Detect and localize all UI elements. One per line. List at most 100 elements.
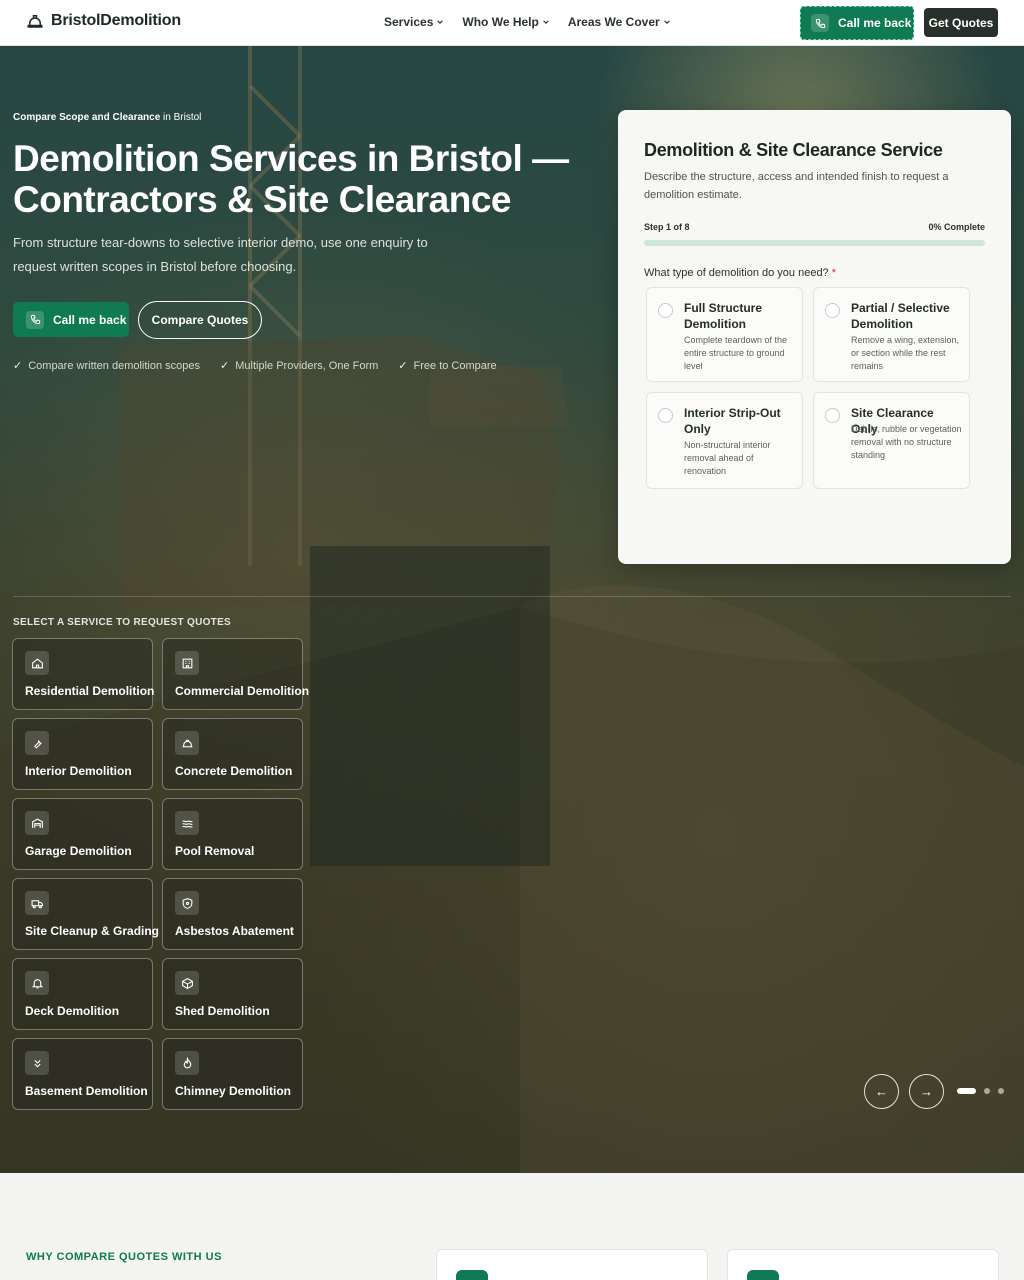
service-label: Chimney Demolition <box>175 1084 292 1098</box>
service-chimney-demolition[interactable]: Chimney Demolition <box>162 1038 303 1110</box>
get-quotes-button[interactable]: Get Quotes <box>924 8 998 37</box>
feature-card <box>727 1249 999 1280</box>
service-label: Concrete Demolition <box>175 764 293 778</box>
service-label: Asbestos Abatement <box>175 924 294 938</box>
trust-badge-label: Compare written demolition scopes <box>28 360 201 372</box>
hardhat-icon <box>27 15 43 28</box>
menu-areas[interactable]: Areas We Cover <box>568 15 671 29</box>
menu-services-label: Services <box>384 15 434 29</box>
house-icon <box>25 651 49 675</box>
service-concrete-demolition[interactable]: Concrete Demolition <box>162 718 303 790</box>
service-label: Shed Demolition <box>175 1004 270 1018</box>
trust-badges: ✓ Compare written demolition scopes ✓ Mult… <box>13 359 497 372</box>
hero-call-back-button[interactable]: Call me back <box>13 302 129 337</box>
feature-card <box>436 1249 708 1280</box>
phone-icon <box>811 14 829 32</box>
service-interior-demolition[interactable]: Interior Demolition <box>12 718 153 790</box>
truck-icon <box>25 891 49 915</box>
form-description: Describe the structure, access and inten… <box>644 171 949 201</box>
trust-badge: ✓ Multiple Providers, One Form <box>220 359 378 372</box>
chevron-down-icon <box>663 20 670 24</box>
logo-text: BristolDemolition <box>51 12 181 29</box>
option-description: Debris, rubble or vegetation removal wit… <box>851 424 962 460</box>
carousel-dot-active[interactable] <box>957 1088 976 1094</box>
option-description: Remove a wing, extension, or section whi… <box>851 335 960 371</box>
service-label: Garage Demolition <box>25 844 132 858</box>
main-menu: Services Who We Help Areas We Cover <box>384 15 671 29</box>
carousel-dot[interactable] <box>984 1088 990 1094</box>
service-residential-demolition[interactable]: Residential Demolition <box>12 638 155 710</box>
quote-form-card: Demolition & Site Clearance Service Desc… <box>618 110 1011 564</box>
hero-eyebrow-rest: in Bristol <box>160 112 202 123</box>
menu-areas-label: Areas We Cover <box>567 15 660 29</box>
feature-icon <box>747 1270 779 1280</box>
service-basement-demolition[interactable]: Basement Demolition <box>12 1038 153 1110</box>
service-asbestos-abatement[interactable]: Asbestos Abatement <box>162 878 303 950</box>
carousel-dot[interactable] <box>998 1088 1004 1094</box>
wrench-icon <box>25 731 49 755</box>
service-garage-demolition[interactable]: Garage Demolition <box>12 798 153 870</box>
nav-call-back-button[interactable]: Call me back <box>800 6 914 40</box>
box-icon <box>175 971 199 995</box>
option-description: Complete teardown of the entire structur… <box>684 335 788 371</box>
service-label: Site Cleanup & Grading <box>25 924 160 938</box>
radio-button[interactable] <box>825 408 840 423</box>
carousel-prev-button[interactable]: ← <box>864 1074 899 1109</box>
service-label: Interior Demolition <box>25 764 132 778</box>
garage-icon <box>25 811 49 835</box>
option-title: Interior Strip-Out Only <box>684 406 781 436</box>
hardhat-icon <box>175 731 199 755</box>
shield-icon <box>175 891 199 915</box>
feature-icon <box>456 1270 488 1280</box>
trust-badge: ✓ Compare written demolition scopes <box>13 359 200 372</box>
carousel-next-button[interactable]: → <box>909 1074 944 1109</box>
service-label: Commercial Demolition <box>175 684 310 698</box>
hero-section: Compare Scope and Clearance in Bristol D… <box>0 46 1024 1173</box>
hero-subtitle: From structure tear-downs to selective i… <box>13 235 428 274</box>
option-full-structure[interactable]: Full Structure Demolition Complete teard… <box>646 287 803 382</box>
carousel-dots <box>957 1088 1004 1094</box>
logo[interactable]: BristolDemolition <box>26 12 181 30</box>
option-title: Partial / Selective Demolition <box>851 301 950 331</box>
hero-call-label: Call me back <box>53 312 127 327</box>
hero-divider <box>13 596 1011 597</box>
service-site-cleanup-grading[interactable]: Site Cleanup & Grading <box>12 878 159 950</box>
chevron-down-icon <box>437 20 444 24</box>
chevron-down-icon <box>543 20 549 24</box>
chevrons-down-icon <box>25 1051 49 1075</box>
hero-eyebrow: Compare Scope and Clearance in Bristol <box>13 112 201 123</box>
trust-badge: ✓ Free to Compare <box>398 359 496 372</box>
service-label: Pool Removal <box>175 844 255 858</box>
menu-who-we-help-label: Who We Help <box>462 15 539 29</box>
flame-icon <box>175 1051 199 1075</box>
waves-icon <box>175 811 199 835</box>
radio-button[interactable] <box>658 408 673 423</box>
services-heading: SELECT A SERVICE TO REQUEST QUOTES <box>13 617 232 628</box>
service-label: Deck Demolition <box>25 1004 120 1018</box>
hero-title: Demolition Services in Bristol — Contrac… <box>13 138 569 220</box>
top-navbar: BristolDemolition Services Who We Help A… <box>0 0 1024 46</box>
building-icon <box>175 651 199 675</box>
nav-call-label: Call me back <box>838 16 912 30</box>
trust-badge-label: Multiple Providers, One Form <box>235 360 379 372</box>
service-commercial-demolition[interactable]: Commercial Demolition <box>162 638 309 710</box>
check-icon: ✓ <box>398 360 408 372</box>
option-interior-strip-out[interactable]: Interior Strip-Out Only Non-structural i… <box>646 392 803 489</box>
compare-quotes-button[interactable]: Compare Quotes <box>138 301 262 339</box>
question-text: What type of demolition do you need? <box>644 267 829 279</box>
service-shed-demolition[interactable]: Shed Demolition <box>162 958 303 1030</box>
step-indicator: Step 1 of 8 <box>644 222 690 232</box>
menu-services[interactable]: Services <box>384 15 444 29</box>
service-label: Residential Demolition <box>25 684 155 698</box>
bell-icon <box>25 971 49 995</box>
hero-eyebrow-bold: Compare Scope and Clearance <box>13 112 161 123</box>
radio-button[interactable] <box>825 303 840 318</box>
menu-who-we-help[interactable]: Who We Help <box>462 15 549 29</box>
option-partial-selective[interactable]: Partial / Selective Demolition Remove a … <box>813 287 970 382</box>
radio-button[interactable] <box>658 303 673 318</box>
form-title: Demolition & Site Clearance Service <box>644 140 943 160</box>
service-deck-demolition[interactable]: Deck Demolition <box>12 958 153 1030</box>
service-pool-removal[interactable]: Pool Removal <box>162 798 303 870</box>
progress-bar <box>644 240 985 246</box>
option-site-clearance[interactable]: Site Clearance Only Debris, rubble or ve… <box>813 392 970 489</box>
